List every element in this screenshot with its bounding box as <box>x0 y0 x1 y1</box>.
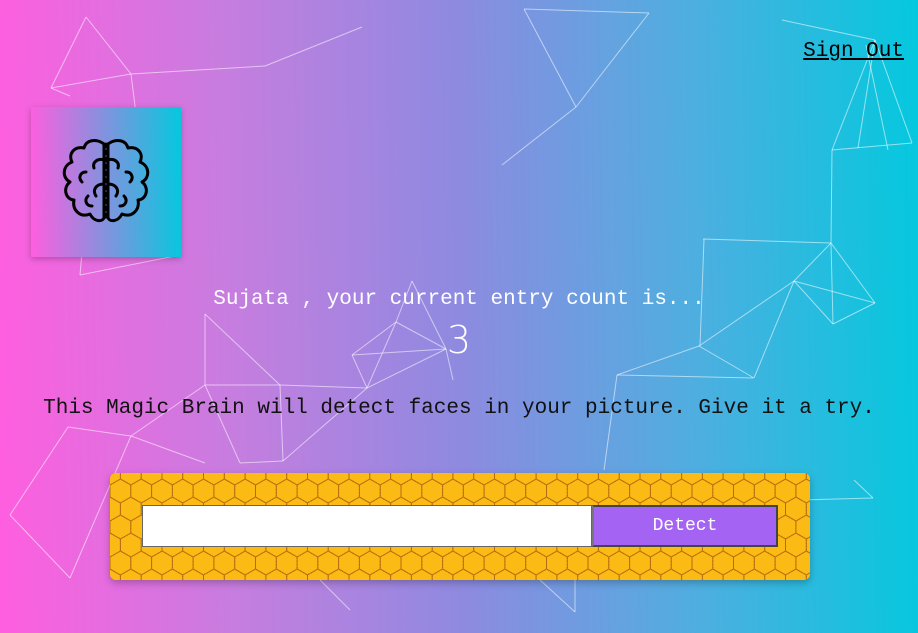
image-url-input[interactable] <box>142 505 592 547</box>
brain-icon <box>62 139 150 223</box>
detect-button[interactable]: Detect <box>592 505 778 547</box>
intro-text: This Magic Brain will detect faces in yo… <box>43 397 875 420</box>
entry-count-value: 3 <box>446 318 472 362</box>
entry-count-message: Sujata , your current entry count is... <box>213 288 705 311</box>
logo-card <box>31 107 181 257</box>
image-link-form: Detect <box>110 473 810 580</box>
sign-out-link[interactable]: Sign Out <box>803 40 904 63</box>
